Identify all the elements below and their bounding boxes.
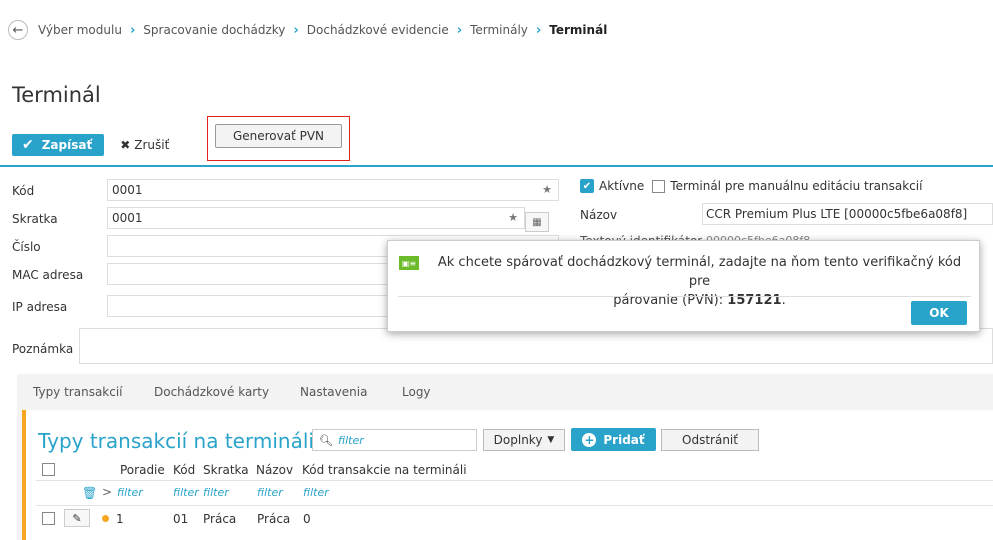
breadcrumb-item-terminaly[interactable]: Terminály <box>470 23 528 37</box>
save-button-label: Zapísať <box>41 138 93 152</box>
filter-poradie[interactable]: filter <box>117 486 143 499</box>
manual-edit-label: Terminál pre manuálnu editáciu transakci… <box>670 179 923 193</box>
cell-kod: 01 <box>173 512 189 526</box>
filter-nazov[interactable]: filter <box>257 486 283 499</box>
dialog-message: Ak chcete spárovať dochádzkový terminál,… <box>437 255 962 308</box>
column-header-skratka[interactable]: Skratka <box>203 463 249 477</box>
row-checkbox[interactable] <box>42 512 55 525</box>
poznamka-field[interactable] <box>79 328 993 364</box>
filter-skratka[interactable]: filter <box>203 486 229 499</box>
chevron-right-icon: › <box>456 22 463 38</box>
poznamka-label: Poznámka <box>12 342 74 356</box>
info-card-icon: ▣≡ <box>399 256 419 270</box>
tab-typy-transakcii[interactable]: Typy transakcií <box>33 374 123 410</box>
chevron-right-icon: › <box>535 22 542 38</box>
search-placeholder: filter <box>337 433 364 447</box>
add-button[interactable]: + Pridať <box>571 428 656 451</box>
row-divider <box>36 505 993 506</box>
select-all-checkbox[interactable] <box>42 463 55 476</box>
cancel-button-label: Zrušiť <box>134 138 170 152</box>
cell-kod-transakcie: 0 <box>303 512 311 526</box>
skratka-value: 0001 <box>112 211 143 225</box>
aktivne-label: Aktívne <box>599 179 645 193</box>
skratka-label: Skratka <box>12 212 58 226</box>
column-header-kod[interactable]: Kód <box>173 463 195 477</box>
cell-poradie: 1 <box>116 512 124 526</box>
column-header-kod-transakcie[interactable]: Kód transakcie na termináli <box>302 463 467 477</box>
tab-dochadzkove-karty[interactable]: Dochádzkové karty <box>154 374 269 410</box>
toolbar-divider <box>0 165 993 167</box>
add-button-label: Pridať <box>603 432 645 447</box>
column-header-nazov[interactable]: Názov <box>256 463 293 477</box>
star-icon[interactable]: ★ <box>508 211 518 224</box>
breadcrumb-item-spracovanie[interactable]: Spracovanie dochádzky <box>143 23 285 37</box>
manual-edit-checkbox[interactable] <box>652 179 666 193</box>
breadcrumb-item-evidencie[interactable]: Dochádzkové evidencie <box>307 23 449 37</box>
kod-value: 0001 <box>112 183 143 197</box>
chevron-right-icon: › <box>129 22 136 38</box>
panel-title: Typy transakcií na termináli <box>38 429 314 453</box>
cancel-button[interactable]: ✖ Zrušiť <box>120 138 169 152</box>
remove-button[interactable]: Odstrániť <box>661 429 759 451</box>
row-divider <box>36 480 993 481</box>
cell-nazov: Práca <box>257 512 291 526</box>
chevron-right-icon: › <box>293 22 299 38</box>
tab-nastavenia[interactable]: Nastavenia <box>300 374 367 410</box>
textovy-value: 00000c5fbe6a08f8 <box>706 232 810 240</box>
textovy-label: Textový identifikátor <box>580 232 702 240</box>
dialog-divider <box>398 296 971 297</box>
breadcrumb: ← Výber modulu › Spracovanie dochádzky ›… <box>8 18 607 42</box>
page-title: Terminál <box>12 83 101 107</box>
ip-label: IP adresa <box>12 300 68 314</box>
chevron-right-icon[interactable]: > <box>102 485 112 499</box>
close-icon: ✖ <box>120 138 131 152</box>
barcode-scan-icon[interactable]: ▦ <box>525 212 549 232</box>
star-icon[interactable]: ★ <box>542 183 552 196</box>
panel-search-input[interactable]: 🔍︎ filter <box>312 429 477 451</box>
kod-label: Kód <box>12 184 35 198</box>
doplnky-label: Doplnky <box>493 433 543 447</box>
toolbar: ✔ Zapísať ✖ Zrušiť Generovať PVN <box>12 116 350 161</box>
mac-label: MAC adresa <box>12 268 84 282</box>
back-arrow-icon[interactable]: ← <box>8 20 28 40</box>
nazov-field[interactable]: CCR Premium Plus LTE [00000c5fbe6a08f8] <box>702 203 993 225</box>
breadcrumb-item-vyber-modulu[interactable]: Výber modulu <box>38 23 122 37</box>
pvn-dialog: ▣≡ Ak chcete spárovať dochádzkový termin… <box>387 240 980 332</box>
plus-circle-icon: + <box>582 432 597 447</box>
tab-logy[interactable]: Logy <box>402 374 431 410</box>
save-button[interactable]: ✔ Zapísať <box>12 134 105 156</box>
status-dot <box>102 515 109 522</box>
kod-field[interactable]: 0001 ★ <box>107 179 559 201</box>
tabs-bar: Typy transakcií Dochádzkové karty Nastav… <box>17 374 993 410</box>
cislo-label: Číslo <box>12 240 41 254</box>
nazov-label: Názov <box>580 208 618 222</box>
nazov-value: CCR Premium Plus LTE [00000c5fbe6a08f8] <box>706 207 968 221</box>
filter-kod[interactable]: filter <box>173 486 199 499</box>
dialog-message-line1: Ak chcete spárovať dochádzkový terminál,… <box>437 255 962 289</box>
check-icon: ✔ <box>22 137 34 153</box>
generate-pvn-button[interactable]: Generovať PVN <box>215 124 342 148</box>
aktivne-row: ✔ Aktívne Terminál pre manuálnu editáciu… <box>580 179 922 193</box>
caret-down-icon: ▼ <box>547 435 555 445</box>
aktivne-checkbox[interactable]: ✔ <box>580 179 594 193</box>
doplnky-dropdown[interactable]: Doplnky ▼ <box>483 429 565 451</box>
filter-kod-transakcie[interactable]: filter <box>303 486 329 499</box>
cell-skratka: Práca <box>203 512 237 526</box>
trash-icon[interactable]: 🗑︎ <box>82 486 97 500</box>
search-icon: 🔍︎ <box>319 433 333 447</box>
skratka-field[interactable]: 0001 ★ <box>107 207 525 229</box>
edit-pencil-icon[interactable]: ✎ <box>64 509 90 527</box>
ok-button[interactable]: OK <box>911 301 967 325</box>
breadcrumb-current: Terminál <box>549 23 608 37</box>
column-header-poradie[interactable]: Poradie <box>120 463 165 477</box>
